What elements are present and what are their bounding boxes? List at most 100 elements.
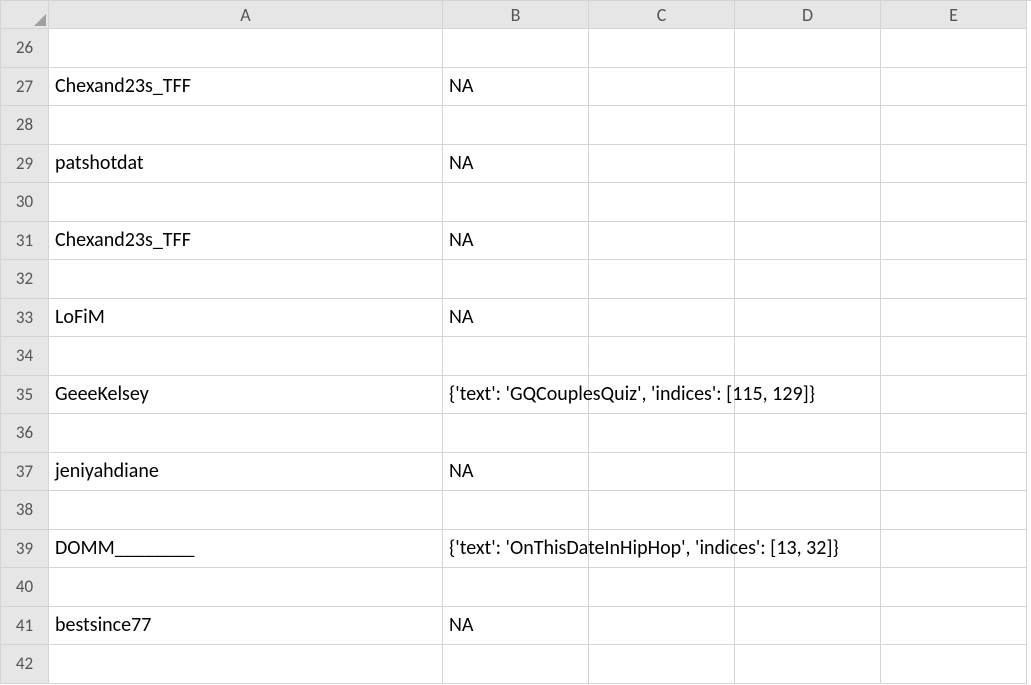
cell[interactable]: {'text': 'GQCouplesQuiz', 'indices': [11… xyxy=(443,376,589,415)
cell[interactable] xyxy=(881,145,1027,184)
cell[interactable] xyxy=(443,645,589,684)
cell[interactable]: NA xyxy=(443,299,589,338)
row-header[interactable]: 31 xyxy=(1,222,49,261)
row-header[interactable]: 29 xyxy=(1,145,49,184)
row-header[interactable]: 40 xyxy=(1,568,49,607)
cell[interactable]: DOMM________ xyxy=(49,530,443,569)
cell[interactable]: NA xyxy=(443,607,589,646)
cell[interactable]: jeniyahdiane xyxy=(49,453,443,492)
cell[interactable] xyxy=(881,491,1027,530)
cell[interactable] xyxy=(589,183,735,222)
cell[interactable] xyxy=(735,645,881,684)
cell[interactable] xyxy=(589,299,735,338)
cell[interactable] xyxy=(881,222,1027,261)
cell[interactable] xyxy=(735,530,881,569)
row-header[interactable]: 28 xyxy=(1,106,49,145)
cell[interactable] xyxy=(881,68,1027,107)
cell[interactable]: patshotdat xyxy=(49,145,443,184)
cell[interactable]: NA xyxy=(443,222,589,261)
cell[interactable] xyxy=(443,260,589,299)
cell[interactable] xyxy=(443,491,589,530)
col-header-D[interactable]: D xyxy=(735,1,881,29)
row-header[interactable]: 34 xyxy=(1,337,49,376)
cell[interactable] xyxy=(49,337,443,376)
cell[interactable] xyxy=(881,530,1027,569)
cell[interactable] xyxy=(735,491,881,530)
cell[interactable] xyxy=(49,106,443,145)
col-header-A[interactable]: A xyxy=(49,1,443,29)
cell[interactable] xyxy=(735,260,881,299)
cell[interactable] xyxy=(735,568,881,607)
cell[interactable] xyxy=(443,183,589,222)
cell[interactable] xyxy=(49,183,443,222)
row-header[interactable]: 27 xyxy=(1,68,49,107)
cell[interactable]: NA xyxy=(443,453,589,492)
cell[interactable] xyxy=(881,260,1027,299)
cell[interactable]: bestsince77 xyxy=(49,607,443,646)
cell[interactable] xyxy=(49,414,443,453)
row-header[interactable]: 26 xyxy=(1,29,49,68)
cell[interactable] xyxy=(49,645,443,684)
row-header[interactable]: 41 xyxy=(1,607,49,646)
col-header-E[interactable]: E xyxy=(881,1,1027,29)
cell[interactable] xyxy=(589,145,735,184)
cell[interactable] xyxy=(881,337,1027,376)
cell[interactable] xyxy=(735,222,881,261)
cell[interactable] xyxy=(735,337,881,376)
cell[interactable] xyxy=(589,530,735,569)
cell[interactable] xyxy=(881,414,1027,453)
cell[interactable] xyxy=(589,645,735,684)
cell[interactable] xyxy=(881,645,1027,684)
cell[interactable] xyxy=(589,607,735,646)
cell[interactable] xyxy=(589,414,735,453)
cell[interactable] xyxy=(443,568,589,607)
cell[interactable] xyxy=(49,29,443,68)
row-header[interactable]: 37 xyxy=(1,453,49,492)
cell[interactable] xyxy=(589,491,735,530)
row-header[interactable]: 30 xyxy=(1,183,49,222)
cell[interactable] xyxy=(49,491,443,530)
cell[interactable] xyxy=(589,568,735,607)
cell[interactable] xyxy=(735,299,881,338)
cell[interactable] xyxy=(443,106,589,145)
cell[interactable] xyxy=(881,607,1027,646)
cell[interactable] xyxy=(735,29,881,68)
cell[interactable] xyxy=(881,299,1027,338)
cell[interactable] xyxy=(735,607,881,646)
cell[interactable] xyxy=(881,376,1027,415)
cell[interactable]: NA xyxy=(443,68,589,107)
cell[interactable] xyxy=(735,453,881,492)
spreadsheet-grid[interactable]: A B C D E 26 27 Chexand23s_TFF NA 28 29 … xyxy=(0,0,1031,684)
cell[interactable] xyxy=(589,376,735,415)
row-header[interactable]: 33 xyxy=(1,299,49,338)
cell[interactable] xyxy=(735,414,881,453)
col-header-B[interactable]: B xyxy=(443,1,589,29)
row-header[interactable]: 38 xyxy=(1,491,49,530)
cell[interactable] xyxy=(443,29,589,68)
cell[interactable] xyxy=(589,106,735,145)
cell[interactable] xyxy=(735,145,881,184)
cell[interactable] xyxy=(589,337,735,376)
cell[interactable]: LoFiM xyxy=(49,299,443,338)
row-header[interactable]: 36 xyxy=(1,414,49,453)
cell[interactable] xyxy=(735,183,881,222)
row-header[interactable]: 39 xyxy=(1,530,49,569)
cell[interactable] xyxy=(881,29,1027,68)
cell[interactable] xyxy=(881,106,1027,145)
cell[interactable]: Chexand23s_TFF xyxy=(49,222,443,261)
cell[interactable] xyxy=(589,29,735,68)
cell[interactable] xyxy=(49,260,443,299)
cell[interactable] xyxy=(443,337,589,376)
cell[interactable] xyxy=(589,453,735,492)
cell[interactable] xyxy=(735,106,881,145)
row-header[interactable]: 32 xyxy=(1,260,49,299)
cell[interactable]: {'text': 'OnThisDateInHipHop', 'indices'… xyxy=(443,530,589,569)
cell[interactable] xyxy=(735,68,881,107)
select-all-corner[interactable] xyxy=(1,1,49,29)
row-header[interactable]: 35 xyxy=(1,376,49,415)
cell[interactable]: GeeeKelsey xyxy=(49,376,443,415)
cell[interactable] xyxy=(443,414,589,453)
cell[interactable] xyxy=(589,260,735,299)
cell[interactable]: NA xyxy=(443,145,589,184)
cell[interactable] xyxy=(735,376,881,415)
